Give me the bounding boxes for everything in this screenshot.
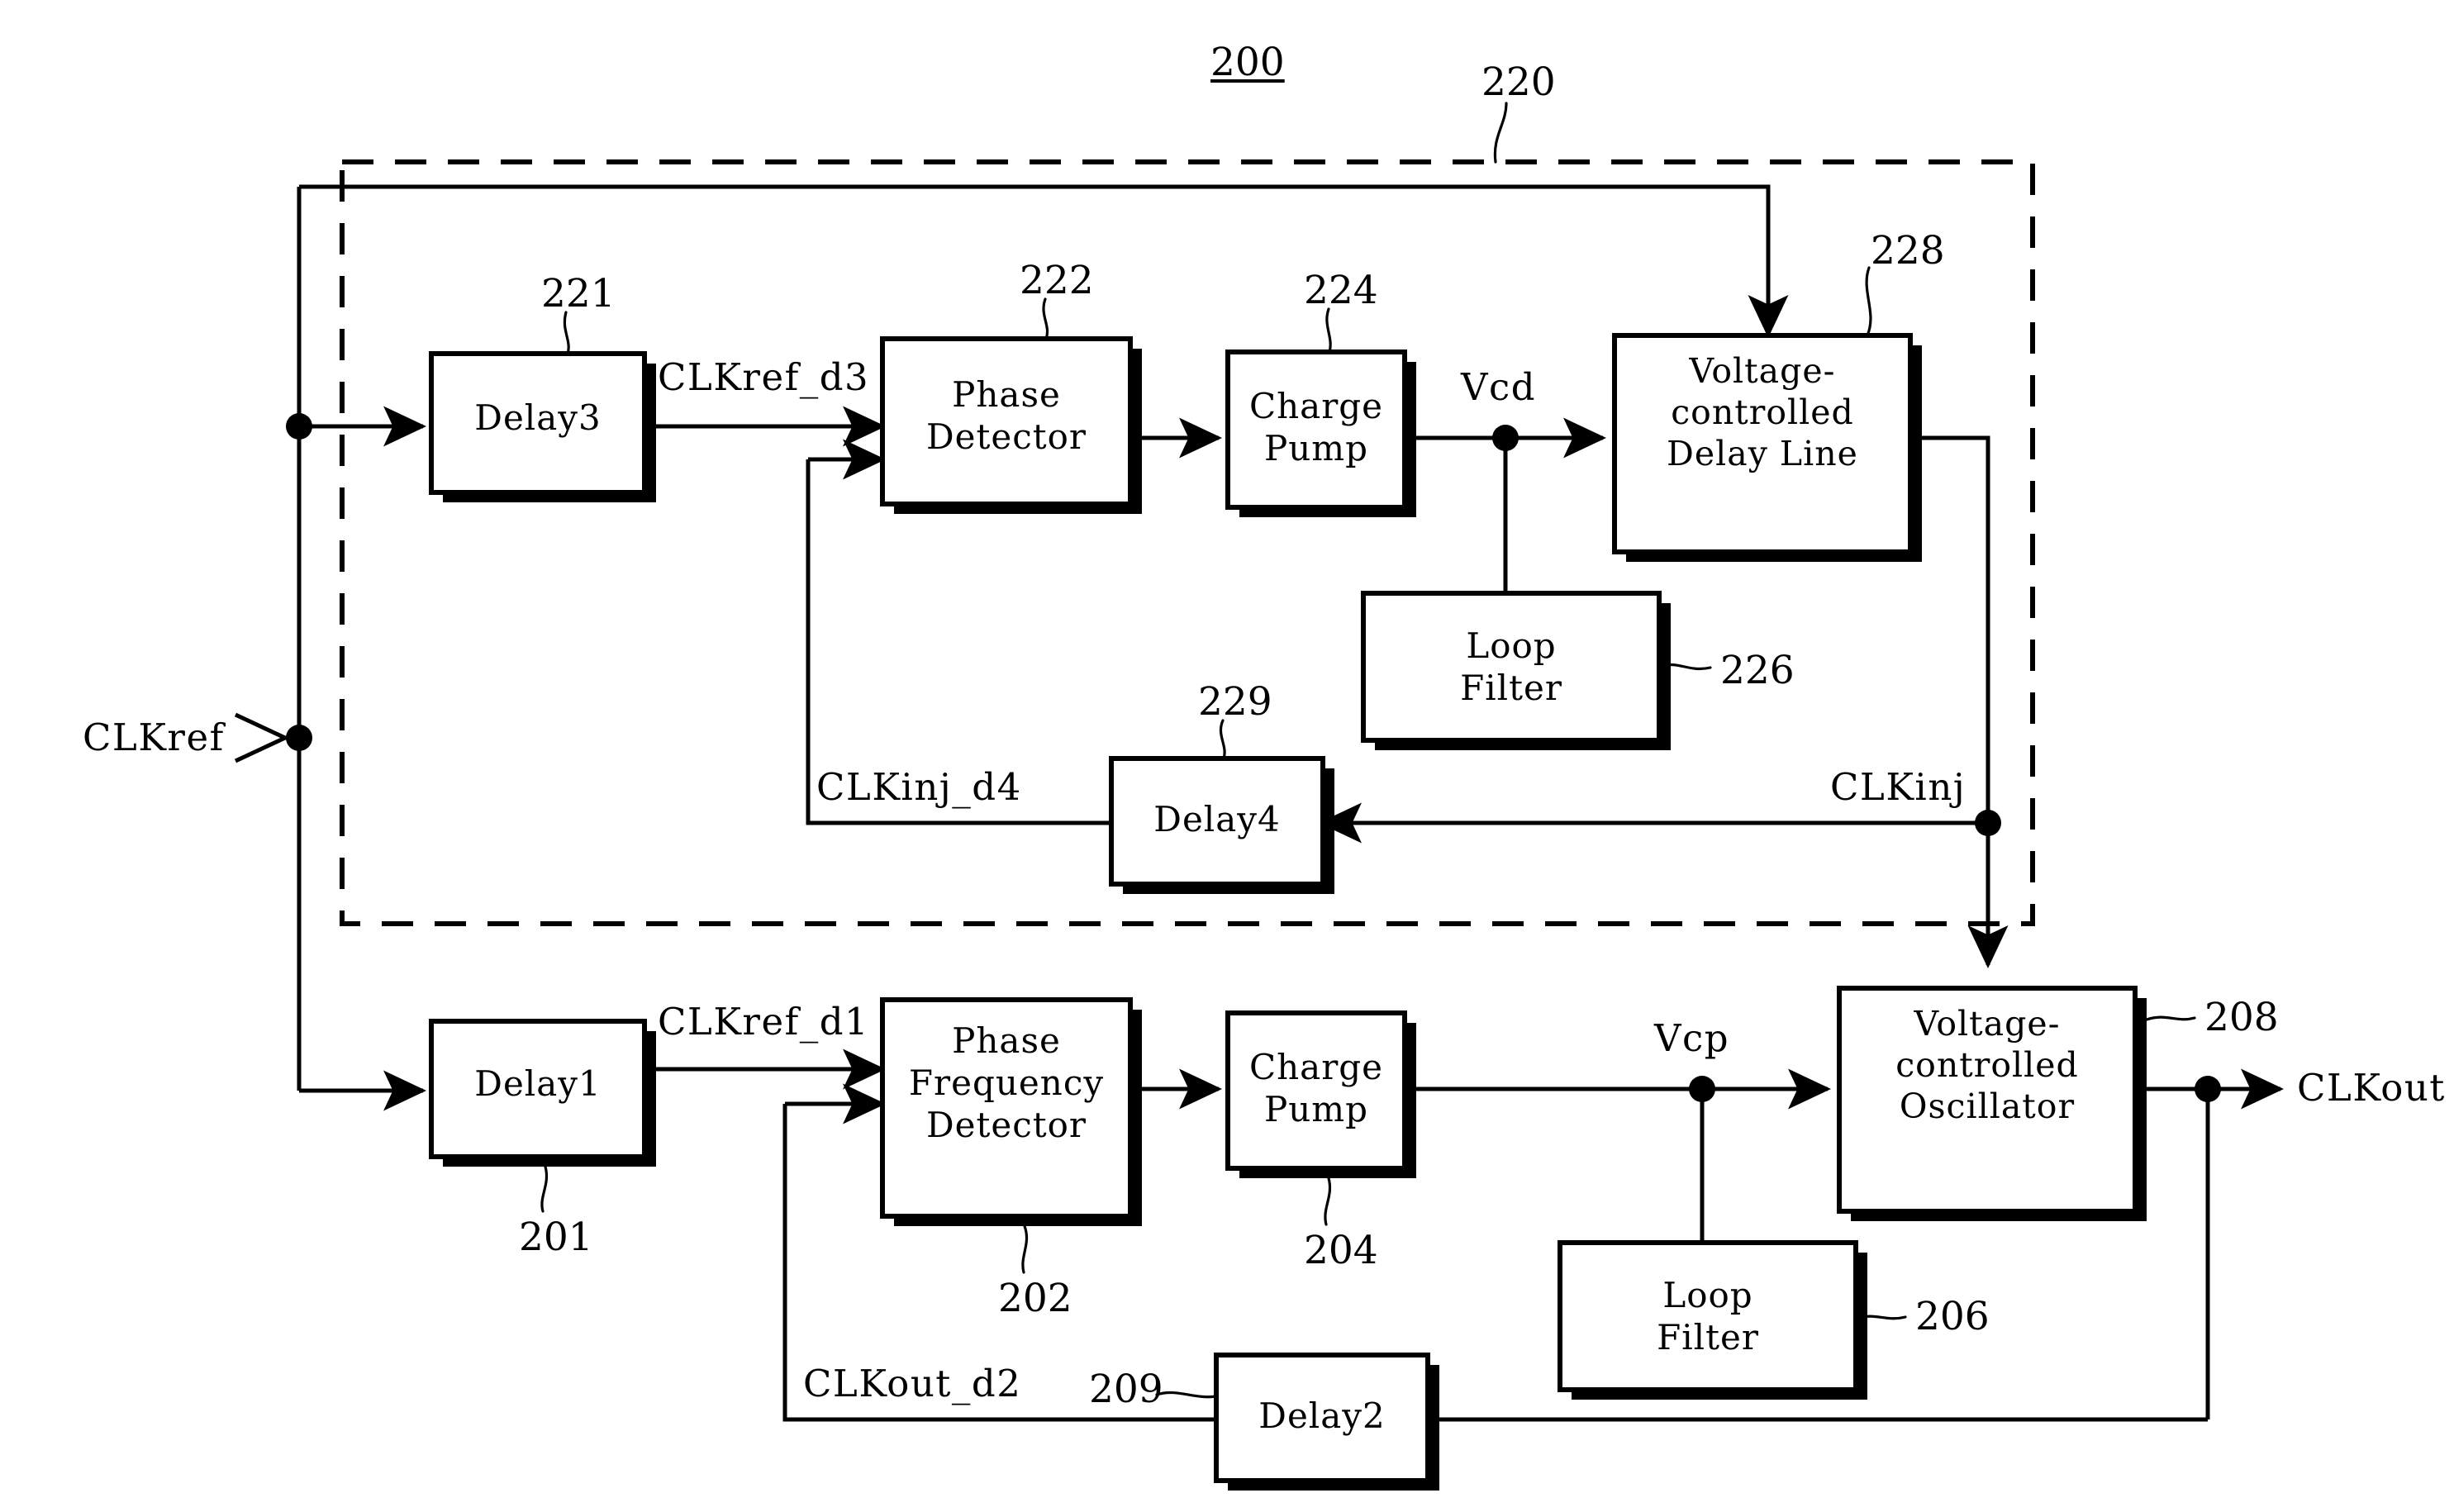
ref-206: 206 (1915, 1294, 1990, 1339)
ref-202: 202 (998, 1276, 1072, 1321)
ref-208: 208 (2204, 995, 2279, 1040)
leader-208 (2145, 1015, 2196, 1021)
signal-label-vcp: Vcp (1654, 1016, 1730, 1060)
signal-label-clkout-d2: CLKout_d2 (803, 1362, 1022, 1405)
ref-201: 201 (519, 1215, 593, 1260)
ref-226: 226 (1720, 648, 1795, 693)
signal-label-clkinj: CLKinj (1830, 765, 1967, 809)
leader-201 (540, 1165, 548, 1213)
junction-dot-delay3 (286, 413, 312, 440)
input-port-chevron (234, 712, 290, 763)
ref-224: 224 (1304, 268, 1378, 313)
charge-pump-top-label: Charge Pump (1248, 386, 1384, 469)
signal-label-clkref-d3: CLKref_d3 (658, 355, 870, 399)
leader-229 (1219, 719, 1226, 760)
signal-label-clkinj-d4: CLKinj_d4 (816, 765, 1022, 809)
ref-209: 209 (1089, 1367, 1163, 1412)
loop-filter-top-label: Loop Filter (1460, 625, 1562, 709)
diagram-vector-layer (234, 102, 2284, 1491)
patent-figure-canvas: 200 220 CLKref CLKout Delay3 Phase Detec… (0, 0, 2454, 1512)
leader-222 (1042, 297, 1049, 340)
port-label-clkout: CLKout (2297, 1066, 2446, 1110)
delay3-label: Delay3 (474, 397, 602, 438)
figure-ref-220: 220 (1481, 59, 1556, 105)
delay2-label: Delay2 (1258, 1396, 1386, 1436)
leader-202 (1021, 1224, 1029, 1274)
signal-label-clkref-d1: CLKref_d1 (658, 1000, 870, 1044)
port-label-clkref: CLKref (83, 716, 225, 759)
ref-222: 222 (1020, 258, 1094, 303)
leader-209 (1155, 1391, 1218, 1399)
leader-204 (1324, 1177, 1331, 1226)
phase-detector-label: Phase Detector (925, 374, 1087, 458)
delay4-label: Delay4 (1153, 799, 1281, 839)
ref-228: 228 (1871, 228, 1945, 273)
vco-label: Voltage- controlled Oscillator (1895, 1004, 2079, 1127)
delay1-label: Delay1 (474, 1063, 602, 1104)
junction-dot-input (286, 725, 312, 751)
ref-221: 221 (541, 271, 616, 316)
leader-228 (1865, 266, 1872, 337)
loop-filter-bot-label: Loop Filter (1657, 1275, 1759, 1358)
leader-220 (1493, 102, 1508, 164)
figure-ref-200: 200 (1210, 40, 1285, 85)
pfd-label: Phase Frequency Detector (908, 1020, 1105, 1146)
charge-pump-bot-label: Charge Pump (1248, 1047, 1384, 1130)
ref-204: 204 (1304, 1228, 1378, 1273)
leader-221 (563, 311, 570, 355)
signal-label-vcd: Vcd (1461, 365, 1537, 409)
ref-229: 229 (1198, 679, 1272, 725)
leader-224 (1325, 307, 1332, 354)
vcdl-label: Voltage- controlled Delay Line (1667, 351, 1858, 474)
